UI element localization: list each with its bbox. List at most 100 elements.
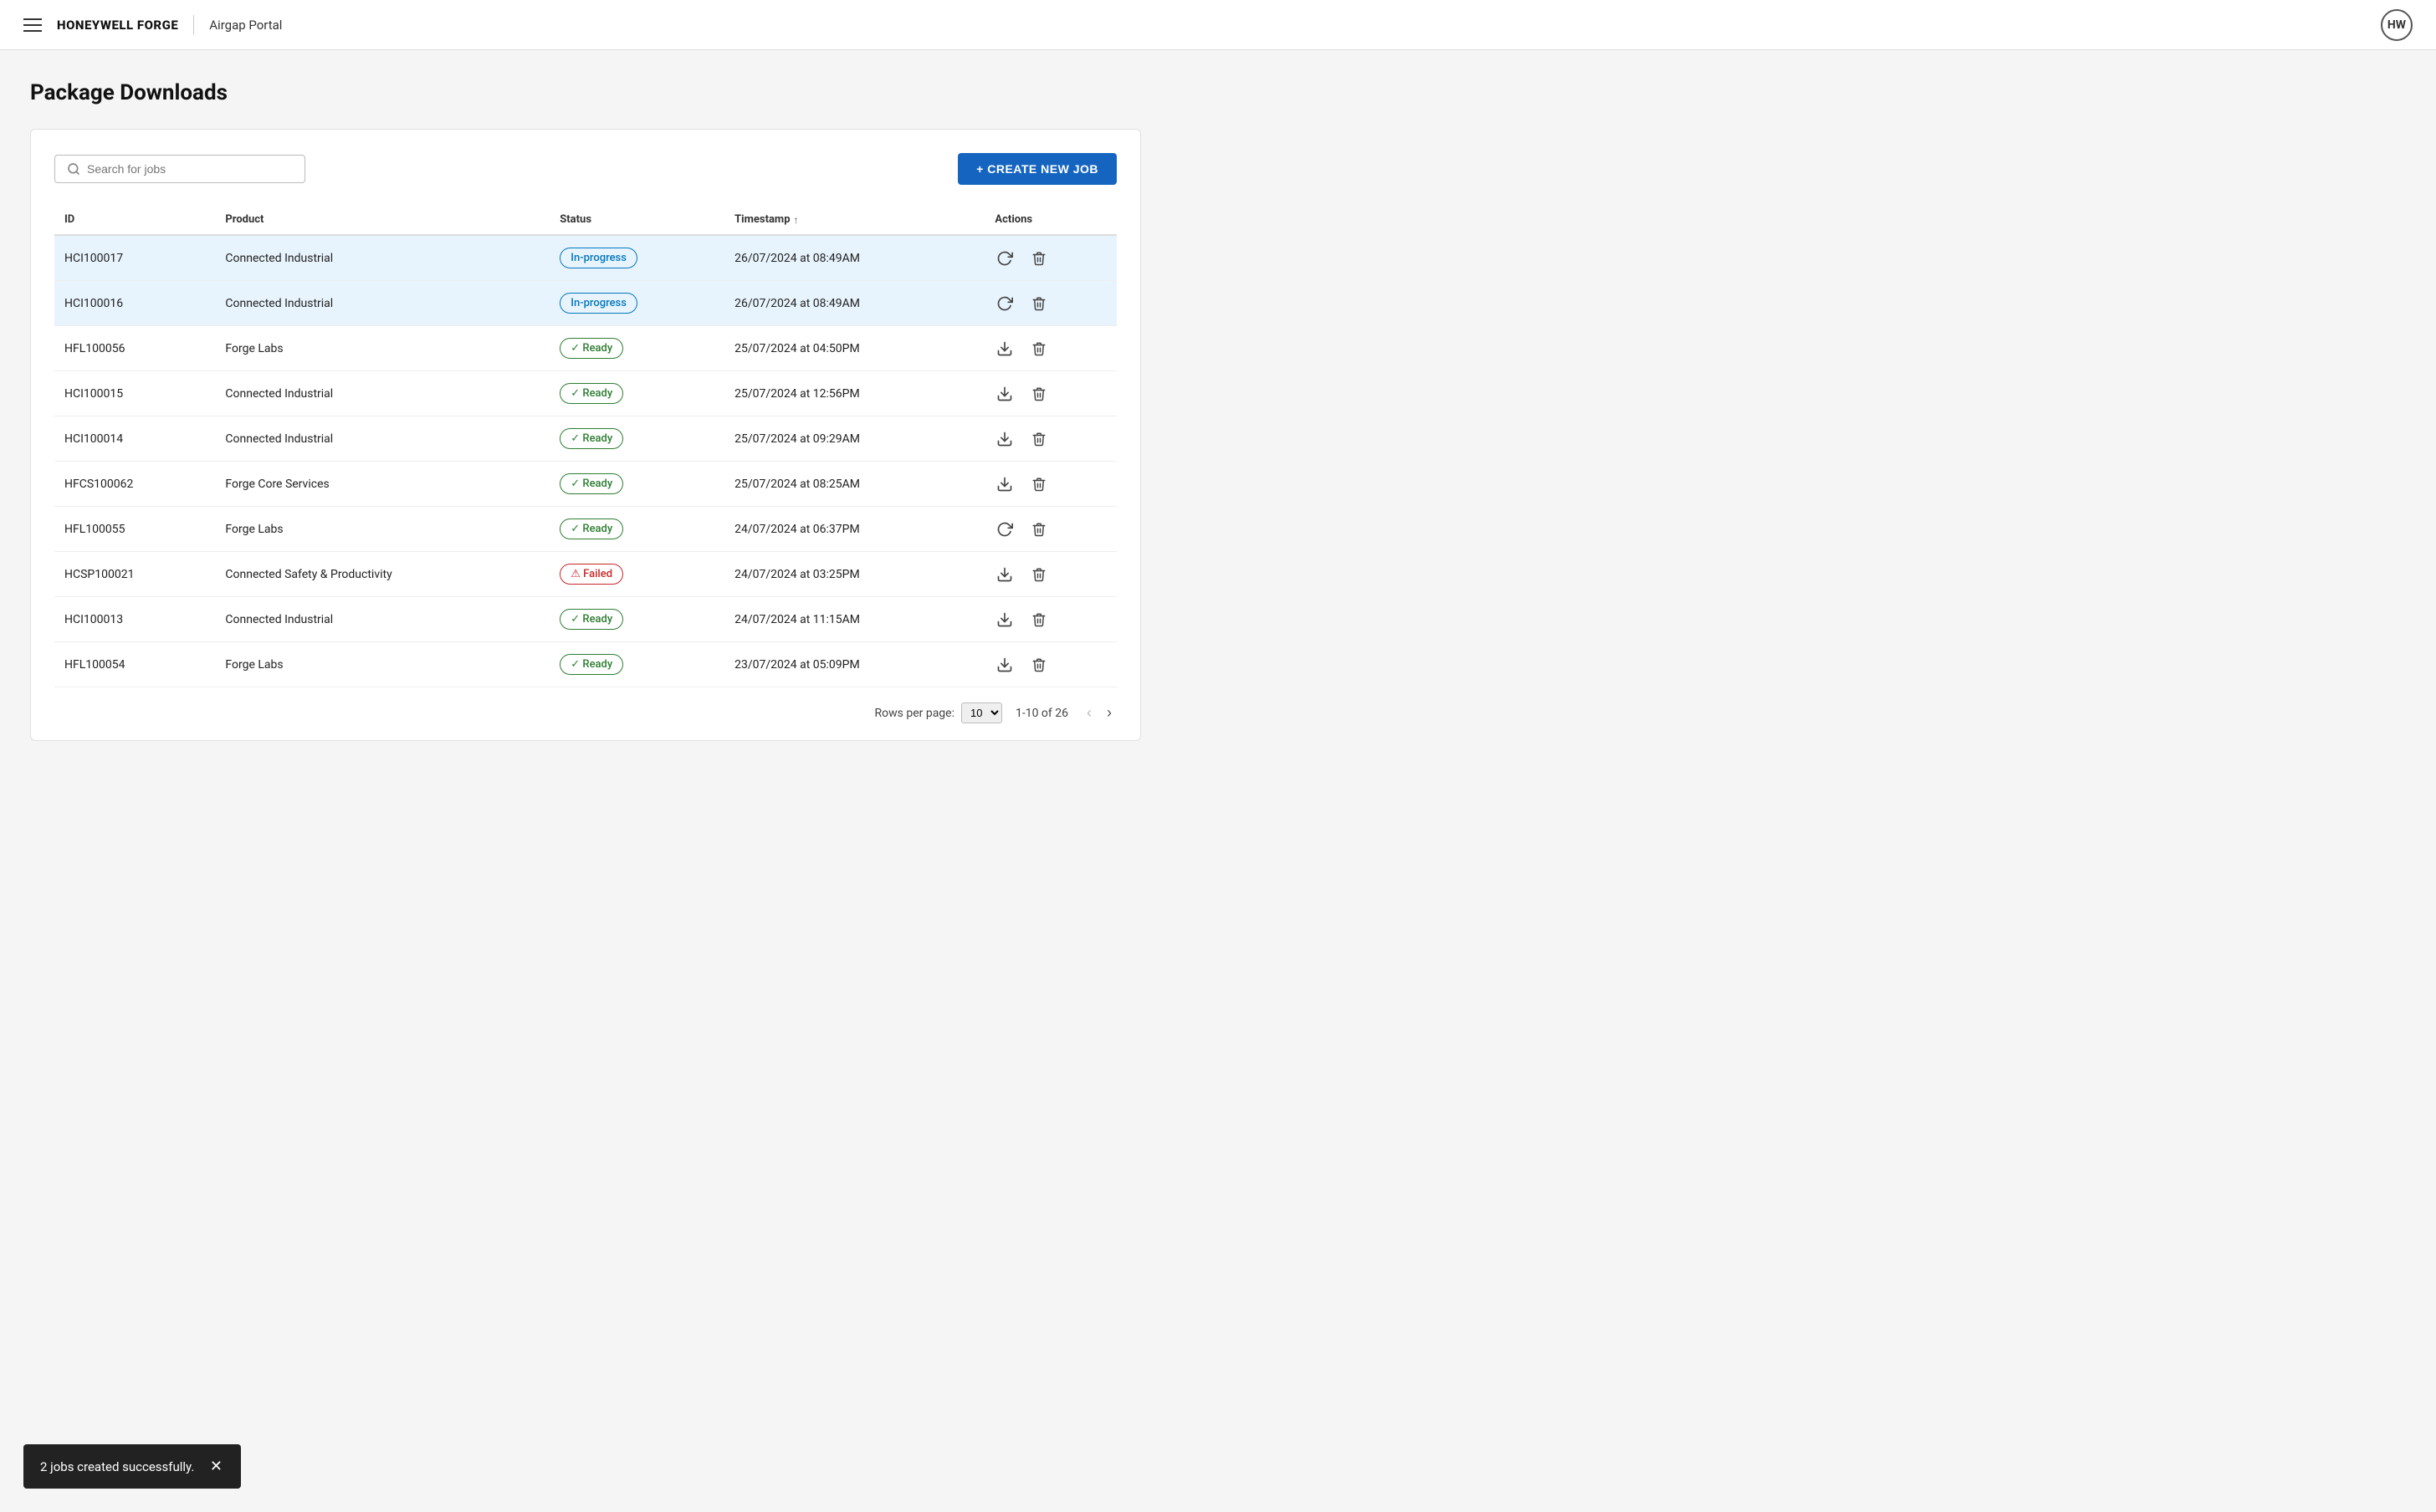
delete-button[interactable] bbox=[1030, 294, 1048, 314]
refresh-button[interactable] bbox=[995, 519, 1015, 539]
cell-id: HCI100015 bbox=[54, 371, 215, 416]
avatar[interactable]: HW bbox=[2381, 9, 2413, 41]
cell-timestamp: 24/07/2024 at 11:15AM bbox=[724, 597, 985, 642]
col-status: Status bbox=[550, 205, 724, 235]
col-product: Product bbox=[215, 205, 550, 235]
cell-id: HFL100055 bbox=[54, 507, 215, 552]
cell-actions bbox=[985, 552, 1117, 597]
cell-product: Forge Labs bbox=[215, 642, 550, 687]
cell-id: HCI100016 bbox=[54, 281, 215, 326]
header-left: HONEYWELL FORGE Airgap Portal bbox=[23, 15, 282, 35]
cell-timestamp: 26/07/2024 at 08:49AM bbox=[724, 281, 985, 326]
cell-product: Connected Industrial bbox=[215, 371, 550, 416]
cell-timestamp: 25/07/2024 at 08:25AM bbox=[724, 462, 985, 507]
download-button[interactable] bbox=[995, 339, 1015, 359]
jobs-table: ID Product Status Timestamp ↑ Actions HC… bbox=[54, 205, 1117, 687]
cell-id: HFL100056 bbox=[54, 326, 215, 371]
status-badge: ✓ Ready bbox=[560, 383, 623, 404]
cell-status: In-progress bbox=[550, 281, 724, 326]
cell-product: Connected Industrial bbox=[215, 235, 550, 281]
cell-status: ✓ Ready bbox=[550, 462, 724, 507]
col-timestamp[interactable]: Timestamp ↑ bbox=[724, 205, 985, 235]
status-badge: ✓ Ready bbox=[560, 609, 623, 630]
page-range-label: 1-10 of 26 bbox=[1016, 707, 1068, 720]
download-button[interactable] bbox=[995, 655, 1015, 675]
delete-button[interactable] bbox=[1030, 655, 1048, 675]
cell-product: Forge Core Services bbox=[215, 462, 550, 507]
cell-actions bbox=[985, 235, 1117, 281]
download-button[interactable] bbox=[995, 429, 1015, 449]
delete-button[interactable] bbox=[1030, 339, 1048, 359]
status-badge: ✓ Ready bbox=[560, 428, 623, 449]
delete-button[interactable] bbox=[1030, 429, 1048, 449]
table-row: HCI100017Connected Industrial In-progress… bbox=[54, 235, 1117, 281]
status-badge: ✓ Ready bbox=[560, 473, 623, 494]
sort-arrow-icon: ↑ bbox=[794, 214, 799, 226]
app-header: HONEYWELL FORGE Airgap Portal HW bbox=[0, 0, 2436, 50]
delete-button[interactable] bbox=[1030, 474, 1048, 494]
delete-button[interactable] bbox=[1030, 248, 1048, 268]
table-row: HFL100055Forge Labs✓ Ready24/07/2024 at … bbox=[54, 507, 1117, 552]
portal-name: Airgap Portal bbox=[209, 18, 282, 33]
cell-product: Connected Industrial bbox=[215, 597, 550, 642]
prev-page-button[interactable]: ‹ bbox=[1082, 702, 1097, 723]
cell-actions bbox=[985, 597, 1117, 642]
download-button[interactable] bbox=[995, 610, 1015, 630]
create-new-job-button[interactable]: + CREATE NEW JOB bbox=[958, 153, 1117, 185]
download-button[interactable] bbox=[995, 564, 1015, 585]
cell-id: HFL100054 bbox=[54, 642, 215, 687]
status-badge: ✓ Ready bbox=[560, 654, 623, 675]
cell-timestamp: 25/07/2024 at 09:29AM bbox=[724, 416, 985, 462]
cell-id: HCSP100021 bbox=[54, 552, 215, 597]
download-button[interactable] bbox=[995, 474, 1015, 494]
rows-per-page-control: Rows per page: 10 25 50 bbox=[875, 702, 1002, 723]
cell-product: Connected Industrial bbox=[215, 281, 550, 326]
next-page-button[interactable]: › bbox=[1102, 702, 1117, 723]
search-input[interactable] bbox=[87, 162, 293, 176]
cell-timestamp: 24/07/2024 at 03:25PM bbox=[724, 552, 985, 597]
table-header-row: ID Product Status Timestamp ↑ Actions bbox=[54, 205, 1117, 235]
table-row: HFCS100062Forge Core Services ✓ Ready 25/0… bbox=[54, 462, 1117, 507]
cell-id: HFCS100062 bbox=[54, 462, 215, 507]
main-content: Package Downloads + CREATE NEW JOB ID Pr… bbox=[0, 50, 1171, 771]
cell-status: ✓ Ready bbox=[550, 642, 724, 687]
refresh-button[interactable] bbox=[995, 294, 1015, 314]
delete-button[interactable] bbox=[1030, 610, 1048, 630]
rows-per-page-select[interactable]: 10 25 50 bbox=[961, 702, 1002, 723]
brand-name: HONEYWELL FORGE bbox=[57, 18, 178, 33]
rows-per-page-label: Rows per page: bbox=[875, 707, 954, 720]
delete-button[interactable] bbox=[1030, 384, 1048, 404]
col-id: ID bbox=[54, 205, 215, 235]
cell-id: HCI100017 bbox=[54, 235, 215, 281]
search-icon bbox=[67, 162, 80, 176]
search-box[interactable] bbox=[54, 155, 305, 183]
delete-button[interactable] bbox=[1030, 519, 1048, 539]
delete-button[interactable] bbox=[1030, 564, 1048, 585]
menu-toggle[interactable] bbox=[23, 18, 42, 32]
table-row: HCSP100021Connected Safety & Productivit… bbox=[54, 552, 1117, 597]
cell-status: ⚠ Failed bbox=[550, 552, 724, 597]
cell-status: ✓ Ready bbox=[550, 507, 724, 552]
cell-timestamp: 25/07/2024 at 12:56PM bbox=[724, 371, 985, 416]
refresh-button[interactable] bbox=[995, 248, 1015, 268]
cell-actions bbox=[985, 462, 1117, 507]
cell-timestamp: 23/07/2024 at 05:09PM bbox=[724, 642, 985, 687]
table-row: HFL100054Forge Labs ✓ Ready 23/07/2024 at … bbox=[54, 642, 1117, 687]
status-badge: ⚠ Failed bbox=[560, 564, 623, 585]
cell-actions bbox=[985, 416, 1117, 462]
cell-status: ✓ Ready bbox=[550, 597, 724, 642]
status-badge: In-progress bbox=[560, 248, 637, 268]
status-badge: ✓ Ready bbox=[560, 338, 623, 359]
table-row: HFL100056Forge Labs✓ Ready25/07/2024 at … bbox=[54, 326, 1117, 371]
cell-status: In-progress bbox=[550, 235, 724, 281]
table-row: HCI100016Connected IndustrialIn-progress… bbox=[54, 281, 1117, 326]
cell-product: Forge Labs bbox=[215, 507, 550, 552]
cell-status: ✓ Ready bbox=[550, 326, 724, 371]
page-nav: ‹ › bbox=[1082, 702, 1117, 723]
snackbar-close-button[interactable]: ✕ bbox=[208, 1458, 224, 1475]
download-button[interactable] bbox=[995, 384, 1015, 404]
cell-id: HCI100014 bbox=[54, 416, 215, 462]
cell-actions bbox=[985, 507, 1117, 552]
snackbar-message: 2 jobs created successfully. bbox=[40, 1459, 194, 1474]
cell-timestamp: 24/07/2024 at 06:37PM bbox=[724, 507, 985, 552]
